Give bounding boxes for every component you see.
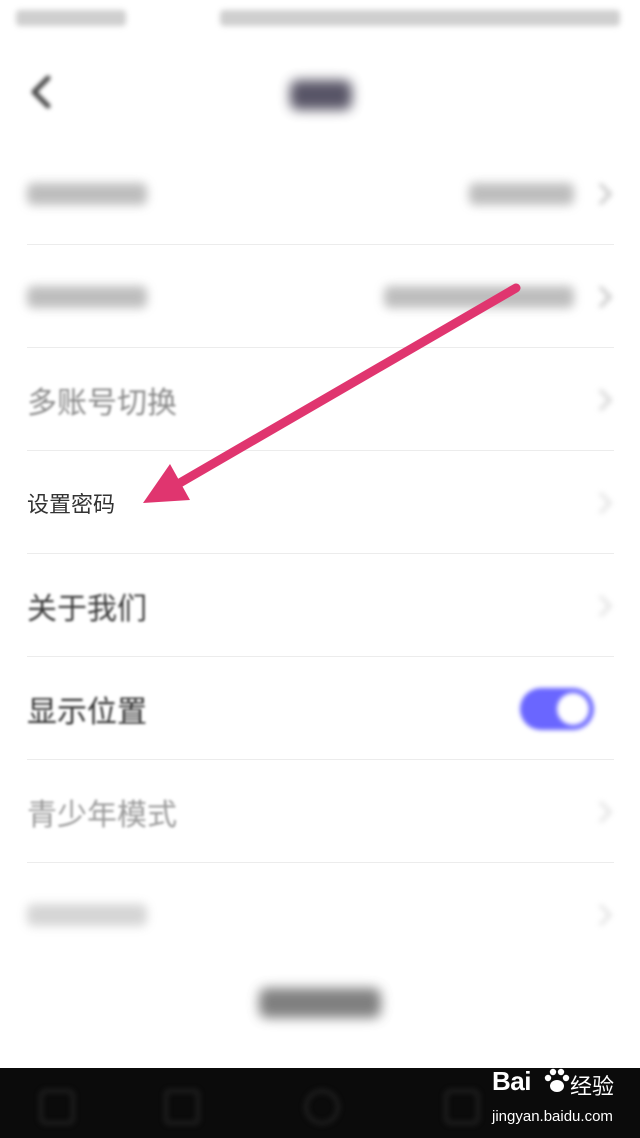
status-bar (0, 0, 640, 40)
watermark-logo-text: Bai (492, 1066, 531, 1096)
toggle-knob (557, 692, 589, 725)
baidu-paw-icon (544, 1068, 570, 1092)
row-value-blurred (469, 182, 574, 205)
page-title (290, 80, 352, 110)
chevron-right-icon (598, 800, 613, 823)
nav-back-icon[interactable] (165, 1090, 199, 1124)
watermark-product-text: 经验 (570, 1075, 615, 1100)
row-label: 显示位置 (27, 694, 147, 730)
back-arrow-icon[interactable] (24, 72, 58, 112)
watermark-url: jingyan.baidu.com (492, 1108, 613, 1125)
settings-row-set-password[interactable]: 设置密码 (27, 451, 614, 554)
settings-row-cache[interactable] (27, 142, 614, 245)
row-label: 青少年模式 (27, 797, 177, 833)
logout-label-blurred (259, 988, 381, 1018)
baidu-jingyan-watermark: Bai 经验 jingyan.baidu.com (486, 1064, 636, 1134)
row-label: 设置密码 (27, 492, 116, 518)
nav-header (0, 60, 640, 130)
settings-row-about-us[interactable]: 关于我们 (27, 554, 614, 657)
settings-row-teen-mode[interactable]: 青少年模式 (27, 760, 614, 863)
nav-menu-icon[interactable] (40, 1090, 74, 1124)
row-label-blurred (27, 903, 147, 926)
chevron-right-icon (598, 594, 613, 617)
row-label-blurred (27, 285, 147, 308)
settings-row-switch-account[interactable]: 多账号切换 (27, 348, 614, 451)
chevron-right-icon (598, 285, 613, 308)
chevron-right-icon (598, 182, 613, 205)
settings-row-show-location: 显示位置 (27, 657, 614, 760)
settings-row-blurred[interactable] (27, 863, 614, 966)
chevron-right-icon (598, 903, 613, 926)
logout-button[interactable] (60, 958, 580, 1048)
chevron-right-icon (598, 388, 613, 411)
nav-recent-icon[interactable] (445, 1090, 479, 1124)
row-label: 关于我们 (27, 591, 147, 627)
settings-row-phone[interactable] (27, 245, 614, 348)
chevron-right-icon (598, 491, 613, 514)
location-toggle[interactable] (520, 687, 594, 730)
row-label-blurred (27, 182, 147, 205)
nav-home-icon[interactable] (305, 1090, 339, 1124)
row-value-blurred (384, 285, 574, 308)
row-label: 多账号切换 (27, 385, 177, 421)
